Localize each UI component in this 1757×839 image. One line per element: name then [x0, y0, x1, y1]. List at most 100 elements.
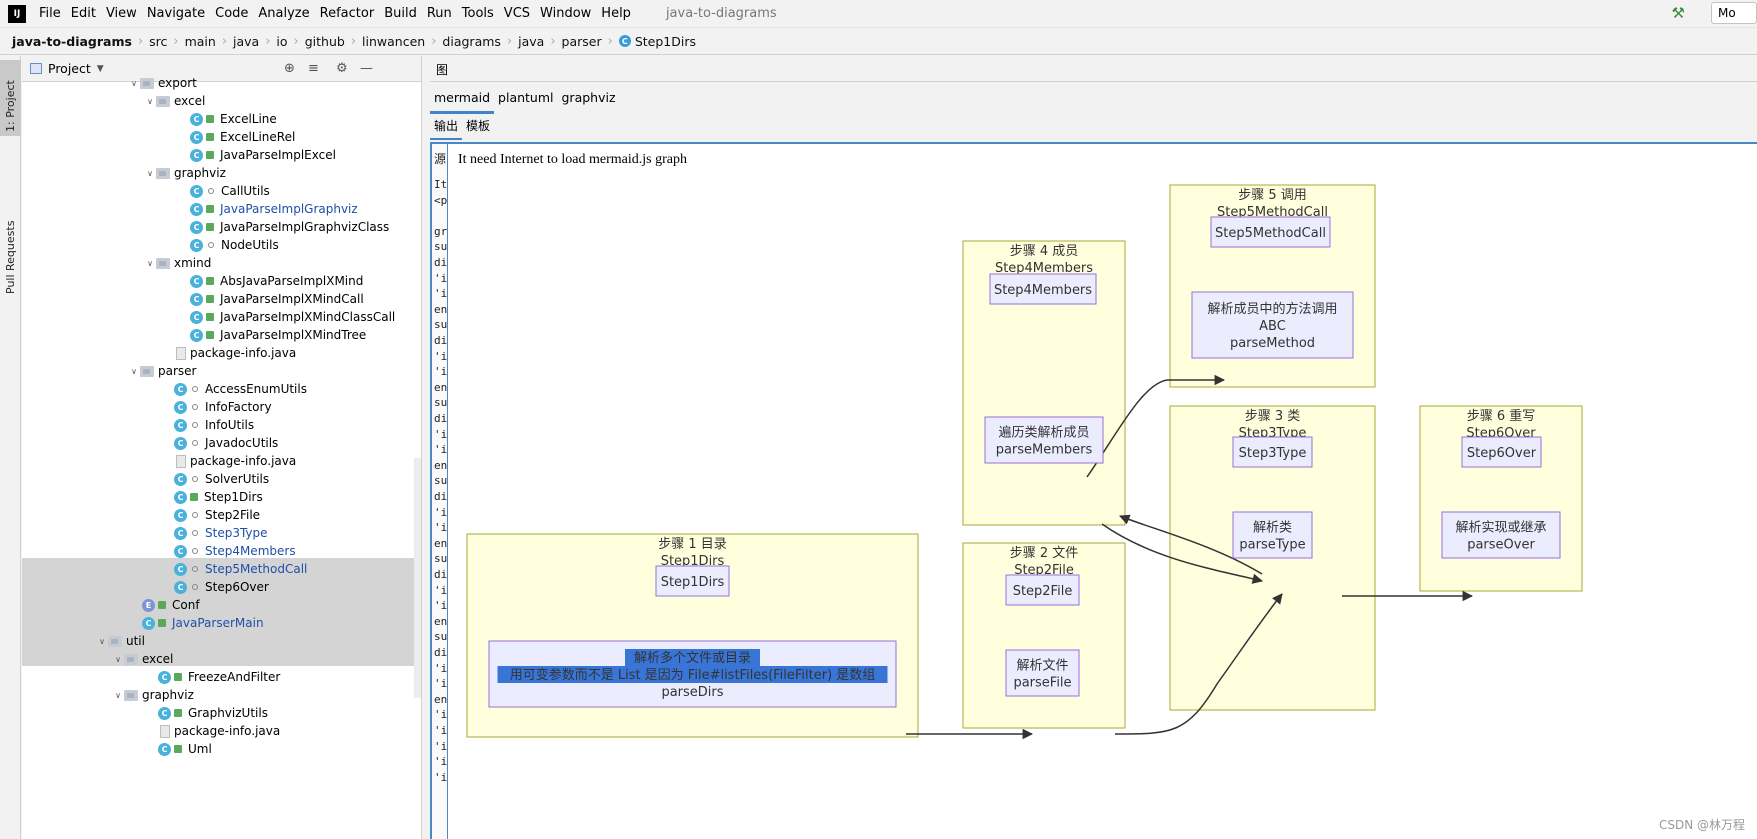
chevron-down-icon[interactable]: ∨: [128, 367, 140, 376]
project-view-selector[interactable]: Project: [48, 61, 91, 76]
tree-item[interactable]: C JavaParseImplXMindTree: [190, 326, 366, 344]
collapse-all-icon[interactable]: ≡: [308, 61, 319, 76]
tree-item[interactable]: E Conf: [142, 596, 200, 614]
tree-item[interactable]: ∨ excel: [144, 92, 205, 110]
breadcrumb-item[interactable]: io: [276, 34, 287, 49]
tree-item[interactable]: C InfoFactory: [174, 398, 272, 416]
menu-run[interactable]: Run: [422, 6, 457, 21]
menu-tools[interactable]: Tools: [457, 6, 499, 21]
menu-help[interactable]: Help: [596, 6, 636, 21]
breadcrumb-item[interactable]: parser: [562, 34, 602, 49]
chevron-down-icon[interactable]: ∨: [128, 79, 140, 88]
chevron-down-icon[interactable]: ∨: [112, 691, 124, 700]
chevron-down-icon[interactable]: ∨: [144, 97, 156, 106]
node-parsedirs[interactable]: 解析多个文件或目录用可变参数而不是 List 是因为 File#listFile…: [488, 640, 897, 708]
chevron-down-icon[interactable]: ∨: [144, 169, 156, 178]
project-panel: Project ▼ ⊕ ≡ ⚙ — ∨ export ∨ excel C ExcelLin…: [22, 56, 422, 839]
tree-item[interactable]: C GraphvizUtils: [158, 704, 268, 722]
tree-item[interactable]: C NodeUtils: [190, 236, 279, 254]
node-parsemembers[interactable]: 遍历类解析成员 parseMembers: [984, 416, 1104, 464]
breadcrumb-item[interactable]: java: [518, 34, 544, 49]
chevron-down-icon[interactable]: ∨: [112, 655, 124, 664]
node-step2file[interactable]: Step2File: [1005, 574, 1080, 606]
tree-item[interactable]: C InfoUtils: [174, 416, 254, 434]
node-parsetype[interactable]: 解析类 parseType: [1232, 511, 1313, 559]
node-parsemethod[interactable]: 解析成员中的方法调用 ABC parseMethod: [1191, 291, 1354, 359]
tree-item[interactable]: C JavaParseImplExcel: [190, 146, 336, 164]
tab-output[interactable]: 输出: [430, 116, 463, 140]
pull-requests-tool-button[interactable]: Pull Requests: [0, 206, 21, 296]
tree-item[interactable]: ∨ parser: [128, 362, 196, 380]
tree-item[interactable]: ∨ graphviz: [112, 686, 194, 704]
breadcrumb-item[interactable]: linwancen: [362, 34, 425, 49]
tree-item[interactable]: C ExcelLineRel: [190, 128, 295, 146]
chevron-down-icon[interactable]: ▼: [97, 64, 104, 74]
chevron-down-icon[interactable]: ∨: [96, 637, 108, 646]
tree-item[interactable]: C JavaParserMain: [142, 614, 264, 632]
breadcrumb-item[interactable]: main: [185, 34, 216, 49]
tree-item[interactable]: C FreezeAndFilter: [158, 668, 280, 686]
node-parseover[interactable]: 解析实现或继承 parseOver: [1441, 511, 1561, 559]
node-parsefile[interactable]: 解析文件 parseFile: [1005, 649, 1080, 697]
tree-item[interactable]: C JavaParseImplGraphvizClass: [190, 218, 389, 236]
tree-item[interactable]: package-info.java: [174, 452, 296, 470]
menu-code[interactable]: Code: [210, 6, 253, 21]
tree-scrollbar[interactable]: [414, 458, 421, 698]
node-step4members[interactable]: Step4Members: [989, 273, 1097, 305]
gear-icon[interactable]: ⚙: [336, 61, 348, 76]
source-editor[interactable]: 源 It <p gr su di'i'i en su di'i'i en su di'i'i en su…: [432, 144, 448, 839]
tree-item[interactable]: C Step1Dirs: [174, 488, 263, 506]
tree-item[interactable]: C JavaParseImplGraphviz: [190, 200, 358, 218]
node-step1dirs[interactable]: Step1Dirs: [655, 565, 730, 597]
tree-item[interactable]: ∨ graphviz: [144, 164, 226, 182]
breadcrumb-item[interactable]: github: [305, 34, 345, 49]
tree-item[interactable]: ∨ excel: [112, 650, 173, 668]
breadcrumb-item[interactable]: src: [149, 34, 167, 49]
menu-refactor[interactable]: Refactor: [315, 6, 380, 21]
tree-item[interactable]: C Uml: [158, 740, 212, 758]
node-step6over[interactable]: Step6Over: [1461, 436, 1542, 468]
breadcrumb-item[interactable]: java: [233, 34, 259, 49]
locate-icon[interactable]: ⊕: [284, 61, 295, 76]
menu-view[interactable]: View: [101, 6, 142, 21]
node-step3type[interactable]: Step3Type: [1232, 436, 1313, 468]
tab-plantuml[interactable]: plantuml: [494, 86, 557, 114]
breadcrumb-item[interactable]: diagrams: [442, 34, 501, 49]
chevron-down-icon[interactable]: ∨: [144, 259, 156, 268]
tab-mermaid[interactable]: mermaid: [430, 86, 495, 114]
tree-item[interactable]: C JavaParseImplXMindClassCall: [190, 308, 395, 326]
menu-build[interactable]: Build: [379, 6, 422, 21]
run-configuration-selector[interactable]: Mo: [1711, 2, 1757, 24]
tree-item[interactable]: ∨ xmind: [144, 254, 211, 272]
menu-window[interactable]: Window: [535, 6, 596, 21]
tab-graphviz[interactable]: graphviz: [558, 86, 620, 114]
tree-item[interactable]: package-info.java: [158, 722, 280, 740]
minimize-icon[interactable]: —: [360, 61, 373, 76]
tree-item[interactable]: C SolverUtils: [174, 470, 269, 488]
hammer-icon[interactable]: ⚒: [1672, 4, 1685, 22]
tree-item[interactable]: C ExcelLine: [190, 110, 277, 128]
menu-file[interactable]: File: [34, 6, 66, 21]
tree-item[interactable]: C Step5MethodCall: [174, 560, 307, 578]
tree-item[interactable]: package-info.java: [174, 344, 296, 362]
tree-item[interactable]: C JavadocUtils: [174, 434, 278, 452]
tree-item[interactable]: C Step2File: [174, 506, 260, 524]
breadcrumb-item[interactable]: C Step1Dirs: [618, 34, 696, 49]
tab-template[interactable]: 模板: [462, 116, 494, 140]
menu-edit[interactable]: Edit: [66, 6, 101, 21]
breadcrumb-item[interactable]: java-to-diagrams: [12, 34, 132, 49]
tree-item[interactable]: C Step3Type: [174, 524, 268, 542]
tree-item[interactable]: ∨ util: [96, 632, 145, 650]
menu-vcs[interactable]: VCS: [499, 6, 535, 21]
node-step5methodcall[interactable]: Step5MethodCall: [1210, 216, 1331, 248]
tree-item[interactable]: C CallUtils: [190, 182, 270, 200]
menu-navigate[interactable]: Navigate: [142, 6, 210, 21]
tree-item[interactable]: C Step4Members: [174, 542, 296, 560]
tree-item[interactable]: C AccessEnumUtils: [174, 380, 307, 398]
tree-item[interactable]: C Step6Over: [174, 578, 269, 596]
tree-item[interactable]: C AbsJavaParseImplXMind: [190, 272, 363, 290]
tree-item[interactable]: ∨ export: [128, 74, 197, 92]
tree-item[interactable]: C JavaParseImplXMindCall: [190, 290, 364, 308]
menu-analyze[interactable]: Analyze: [253, 6, 314, 21]
project-tool-button[interactable]: 1: Project: [0, 60, 21, 136]
